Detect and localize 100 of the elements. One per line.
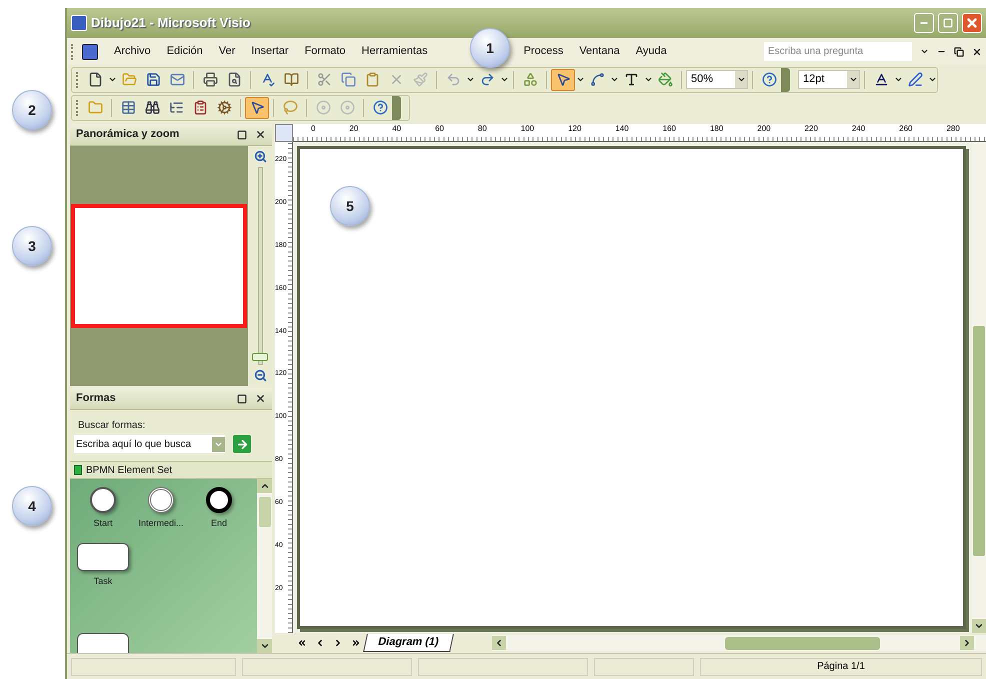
search-label: Buscar formas: — [77, 419, 146, 433]
shape-label: Intermedi... — [138, 517, 184, 530]
scroll-right-icon — [962, 638, 972, 648]
start-event-shape[interactable] — [90, 487, 116, 513]
callout-badge: 2 — [12, 90, 52, 130]
ruler-label: 80 — [478, 124, 487, 134]
print-icon — [202, 72, 218, 87]
ruler-label: 240 — [852, 124, 866, 134]
zoom-in-icon — [254, 150, 266, 163]
ruler-label: 160 — [662, 124, 676, 134]
menu-item[interactable]: Ver — [218, 43, 236, 60]
connector-icon — [590, 72, 604, 87]
task-shape[interactable] — [77, 542, 129, 570]
first-page-icon[interactable] — [297, 638, 307, 648]
table-icon — [120, 100, 136, 115]
vertical-scrollbar[interactable] — [257, 479, 272, 653]
shape-label: Start — [93, 517, 112, 530]
end-event-shape[interactable] — [206, 487, 232, 513]
last-page-icon[interactable] — [351, 638, 361, 648]
size-combo[interactable]: 50% — [686, 70, 748, 89]
pan-zoom-view[interactable] — [70, 146, 248, 386]
caret-icon — [500, 75, 508, 84]
ruler-label: 40 — [392, 124, 402, 134]
task-shape[interactable] — [77, 633, 129, 653]
zoom-slider-thumb[interactable] — [252, 353, 268, 362]
scroll-up-icon — [260, 481, 270, 491]
ruler-label: 100 — [520, 124, 534, 134]
page-tab[interactable]: Diagram (1) — [363, 634, 454, 652]
panel-title: Formas — [76, 391, 116, 406]
pointer-button[interactable] — [551, 68, 575, 90]
book-icon — [284, 72, 298, 87]
ruler-corner — [275, 124, 293, 142]
ruler-label: 140 — [615, 124, 629, 134]
menu-item[interactable]: Ventana — [579, 43, 620, 60]
ruler-label: 260 — [899, 124, 912, 134]
scroll-down-icon — [974, 621, 984, 631]
dock-icon[interactable] — [237, 394, 247, 404]
mail-icon — [170, 72, 184, 87]
undo-icon — [446, 72, 460, 87]
vertical-scrollbar[interactable] — [972, 142, 986, 633]
menu-item[interactable]: Herramientas — [362, 43, 428, 60]
menu-item[interactable]: Process — [524, 43, 564, 60]
font-color-icon — [874, 72, 888, 87]
panel-title: Panorámica y zoom — [76, 127, 180, 142]
dropdown-icon — [920, 47, 929, 56]
stencil-header[interactable]: BPMN Element Set — [70, 461, 272, 479]
scroll-down-icon — [260, 641, 270, 651]
caret-icon — [736, 75, 746, 84]
scrollbar-thumb[interactable] — [725, 636, 880, 650]
help-icon — [372, 100, 388, 115]
caret-icon — [610, 75, 618, 84]
close-button[interactable] — [962, 13, 982, 33]
zoom-out-icon — [254, 369, 266, 382]
question-field[interactable]: Escriba una pregunta — [764, 42, 912, 61]
help-icon — [762, 72, 776, 87]
pointer-icon — [250, 100, 264, 115]
save-icon — [146, 72, 160, 87]
dock-icon[interactable] — [237, 130, 247, 140]
scrollbar-thumb[interactable] — [258, 497, 270, 527]
ruler-label: 280 — [946, 124, 960, 134]
next-page-icon[interactable] — [333, 638, 343, 648]
previous-page-icon[interactable] — [315, 638, 325, 648]
window-title: Dibujo21 - Microsoft Visio — [91, 14, 250, 32]
pointer-button[interactable] — [245, 96, 269, 118]
intermediate-event-shape[interactable] — [148, 487, 174, 513]
caret-icon — [894, 75, 902, 84]
shape-label: End — [210, 517, 227, 530]
clipboard-icon — [192, 100, 208, 115]
maximize-icon — [943, 18, 953, 28]
new-document-icon — [88, 72, 102, 87]
menu-item[interactable]: Ayuda — [636, 43, 667, 60]
document-icon[interactable] — [82, 44, 98, 60]
text-icon — [624, 72, 638, 87]
viewport-rectangle[interactable] — [71, 204, 247, 328]
caret-icon — [576, 75, 584, 84]
size-combo[interactable]: 12pt — [798, 70, 860, 89]
caret-icon — [466, 75, 474, 84]
menu-item[interactable]: Edición — [166, 43, 203, 60]
scrollbar-thumb[interactable] — [973, 326, 985, 556]
horizontal-scrollbar[interactable] — [492, 635, 986, 651]
ruler-label: 60 — [435, 124, 444, 134]
paste-icon — [364, 72, 380, 87]
ruler-label: 220 — [804, 124, 818, 134]
gear-icon — [216, 100, 232, 115]
ruler-label: 0 — [311, 124, 316, 134]
menu-item[interactable]: Insertar — [251, 43, 289, 60]
print-preview-icon — [226, 72, 242, 87]
close-icon[interactable] — [255, 129, 266, 140]
close-icon — [972, 46, 982, 56]
page-indicator: Página 1/1 — [817, 660, 865, 674]
close-icon[interactable] — [255, 393, 266, 404]
open-folder-icon — [122, 72, 136, 87]
cut-icon — [316, 72, 332, 87]
menu-item[interactable]: Formato — [304, 43, 346, 60]
zoom-slider[interactable] — [252, 167, 268, 365]
ruler-label: 180 — [710, 124, 724, 134]
menu-item[interactable]: Archivo — [114, 43, 151, 60]
search-go-button[interactable] — [233, 435, 251, 453]
shape-search-field[interactable]: Escriba aquí lo que busca — [74, 435, 225, 453]
redo-icon — [480, 72, 494, 87]
